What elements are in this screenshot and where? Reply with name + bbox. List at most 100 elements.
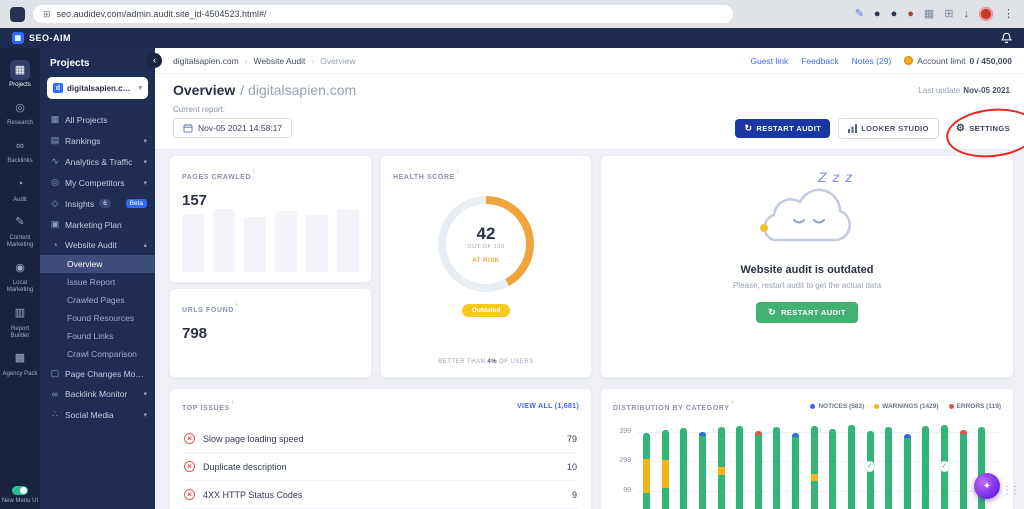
looker-studio-button[interactable]: LOOKER STUDIO (838, 118, 939, 139)
rail-item[interactable]: ▦ Projects (0, 56, 40, 93)
profile-avatar[interactable] (979, 7, 993, 21)
audit-outdated-card: Z z z Website audit is outdated Please, … (600, 155, 1014, 378)
rail-item[interactable]: ▥ Report Builder (0, 300, 40, 344)
legend-item[interactable]: WARNINGS (1429) (874, 403, 939, 410)
browser-extension-icon[interactable]: ↓ (964, 8, 970, 20)
new-menu-toggle[interactable] (11, 486, 28, 495)
breadcrumb-item[interactable]: Website Audit (254, 56, 306, 66)
breadcrumb-item[interactable]: digitalsapien.com (173, 56, 239, 66)
rail-item[interactable]: ✎ Content Marketing (0, 209, 40, 253)
url-bar[interactable]: ⊞ seo.audidev.com/admin.audit.site_id-45… (33, 5, 733, 23)
legend-dot-icon (874, 403, 880, 409)
sidebar-nav-item[interactable]: ▤ Rankings ▾ (40, 130, 155, 151)
dist-bar (643, 433, 650, 509)
legend-item[interactable]: ERRORS (119) (948, 403, 1001, 410)
sidebar-item-label: Rankings (65, 135, 101, 146)
account-limit-label: Account limit (917, 55, 966, 66)
topbar-link[interactable]: Feedback (801, 56, 838, 66)
site-settings-icon[interactable]: ⊞ (43, 9, 51, 20)
sidebar-nav-item[interactable]: ◇ Insights 6 Beta (40, 193, 155, 214)
sidebar-nav-item[interactable]: ▢ Page Changes Monitor (40, 363, 155, 384)
spark-bar (306, 215, 328, 272)
distribution-plot: ✓ ✓ (637, 415, 1001, 509)
sidebar-sub-item[interactable]: Overview (40, 255, 155, 273)
project-selector[interactable]: d digitalsapien.com ▾ (47, 77, 148, 99)
sidebar-item-label: Social Media (65, 409, 114, 420)
browser-menu-icon[interactable]: ⋮ (1003, 8, 1014, 20)
restart-audit-button[interactable]: ↻ RESTART AUDIT (735, 119, 831, 138)
sidebar-sub-item[interactable]: Found Links (40, 327, 155, 345)
dist-bar (829, 429, 837, 509)
calendar-icon (183, 124, 193, 133)
info-icon: i (456, 168, 459, 175)
chevron-icon: ▾ (143, 179, 147, 187)
topbar-link[interactable]: Notes (29) (852, 56, 892, 66)
sidebar-sub-item[interactable]: Issue Report (40, 273, 155, 291)
sidebar-item-label: My Competitors (65, 177, 125, 188)
sidebar-sub-item[interactable]: Crawled Pages (40, 291, 155, 309)
sidebar-nav-item[interactable]: ▣ Marketing Plan (40, 214, 155, 235)
rail-item[interactable]: ◔ Audit (0, 171, 40, 208)
issue-row[interactable]: × 4XX HTTP Status Codes 9 (182, 481, 579, 509)
browser-window-icon[interactable] (10, 6, 25, 22)
issue-row[interactable]: × Duplicate description 10 (182, 453, 579, 481)
breadcrumb-bar: ‹ digitalsapien.com › Website Audit › Ov… (147, 48, 1024, 74)
sidebar-nav-item[interactable]: ∴ Social Media ▾ (40, 404, 155, 425)
issue-row[interactable]: × Slow page loading speed 79 (182, 425, 579, 453)
restart-audit-green-button[interactable]: ↻ RESTART AUDIT (756, 302, 858, 323)
refresh-icon: ↻ (744, 123, 753, 133)
card-title: DISTRIBUTION BY CATEGORY (613, 405, 730, 412)
sidebar-collapse-button[interactable]: ‹ (147, 53, 162, 68)
dist-bar-segment (736, 426, 744, 509)
pages-crawled-spark (182, 208, 359, 272)
sidebar-nav-item[interactable]: ◎ My Competitors ▾ (40, 172, 155, 193)
sidebar-item-label: All Projects (65, 114, 108, 125)
browser-extension-icon[interactable]: ▦ (924, 8, 934, 20)
app-header: ▦ SEO-AIM (0, 28, 1024, 48)
distribution-y-axis: 399 299 99 (611, 415, 631, 509)
outdated-title: Website audit is outdated (740, 264, 874, 276)
health-score-value: 42 (476, 223, 496, 243)
sidebar-nav-item[interactable]: ∿ Analytics & Traffic ▾ (40, 151, 155, 172)
sidebar-nav-item[interactable]: ∞ Backlink Monitor ▾ (40, 384, 155, 404)
dist-bar-segment (810, 481, 818, 509)
sidebar-nav-item[interactable]: ◔ Website Audit ▴ (40, 235, 155, 255)
rail-item[interactable]: ▩ Agency Pack (0, 345, 40, 382)
browser-extension-icon[interactable]: ⊞ (944, 8, 953, 20)
browser-extension-icon[interactable]: ● (907, 8, 914, 20)
rail-item-label: Agency Pack (2, 370, 38, 377)
sidebar-sub-item[interactable]: Crawl Comparison (40, 345, 155, 363)
browser-extension-icon[interactable]: ● (874, 8, 881, 20)
sidebar-nav-item[interactable]: ▦ All Projects (40, 109, 155, 130)
topbar-link[interactable]: Guest link (750, 56, 788, 66)
notifications-bell-icon[interactable] (1001, 32, 1012, 44)
browser-toolbar-icons: ✎ ● ● ● ▦ ⊞ ↓ ⋮ (855, 7, 1014, 21)
report-date-picker[interactable]: Nov-05 2021 14:58:17 (173, 118, 293, 138)
browser-extension-icon[interactable]: ✎ (855, 8, 864, 20)
rail-item[interactable]: ◉ Local Marketing (0, 254, 40, 298)
rail-item-icon: ▦ (10, 60, 30, 80)
dist-bar-segment (810, 474, 818, 481)
rail-item[interactable]: ◎ Research (0, 94, 40, 131)
drag-handle[interactable]: ⋮⋮ (1002, 485, 1020, 496)
sidebar-item-label: Insights (65, 198, 95, 209)
legend-item[interactable]: NOTICES (583) (810, 403, 864, 410)
issue-label: Duplicate description (203, 461, 287, 472)
refresh-icon: ↻ (768, 307, 777, 317)
assistant-fab-button[interactable]: ✦ (974, 473, 1000, 499)
dist-bar (922, 426, 930, 509)
breadcrumb-separator-icon: › (311, 55, 315, 66)
issues-list: × Slow page loading speed 79 × Duplicate… (182, 425, 579, 509)
rail-item[interactable]: ∞ Backlinks (0, 132, 40, 169)
rail-item-icon: ∞ (16, 139, 24, 152)
rail-item-icon: ◉ (15, 261, 25, 274)
dist-bar (792, 433, 800, 509)
settings-button[interactable]: ⚙ SETTINGS (947, 119, 1012, 139)
browser-extension-icon[interactable]: ● (891, 8, 898, 20)
view-all-link[interactable]: VIEW ALL (1,681) (517, 403, 579, 410)
dist-bar-segment (643, 493, 650, 509)
y-axis-label: 299 (619, 457, 631, 464)
spark-bar (182, 214, 204, 272)
sidebar-sub-item[interactable]: Found Resources (40, 309, 155, 327)
sidebar-item-icon: ▦ (50, 114, 60, 124)
